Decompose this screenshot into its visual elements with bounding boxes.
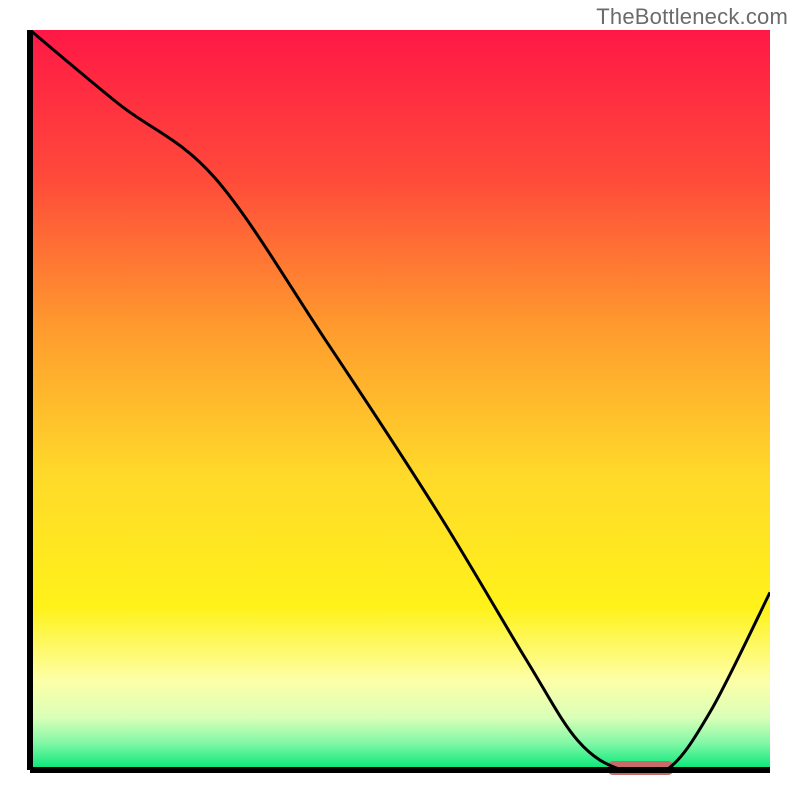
bottleneck-chart: TheBottleneck.com [0,0,800,800]
attribution-text: TheBottleneck.com [596,4,788,30]
chart-plot [0,0,800,800]
gradient-background [30,30,770,770]
